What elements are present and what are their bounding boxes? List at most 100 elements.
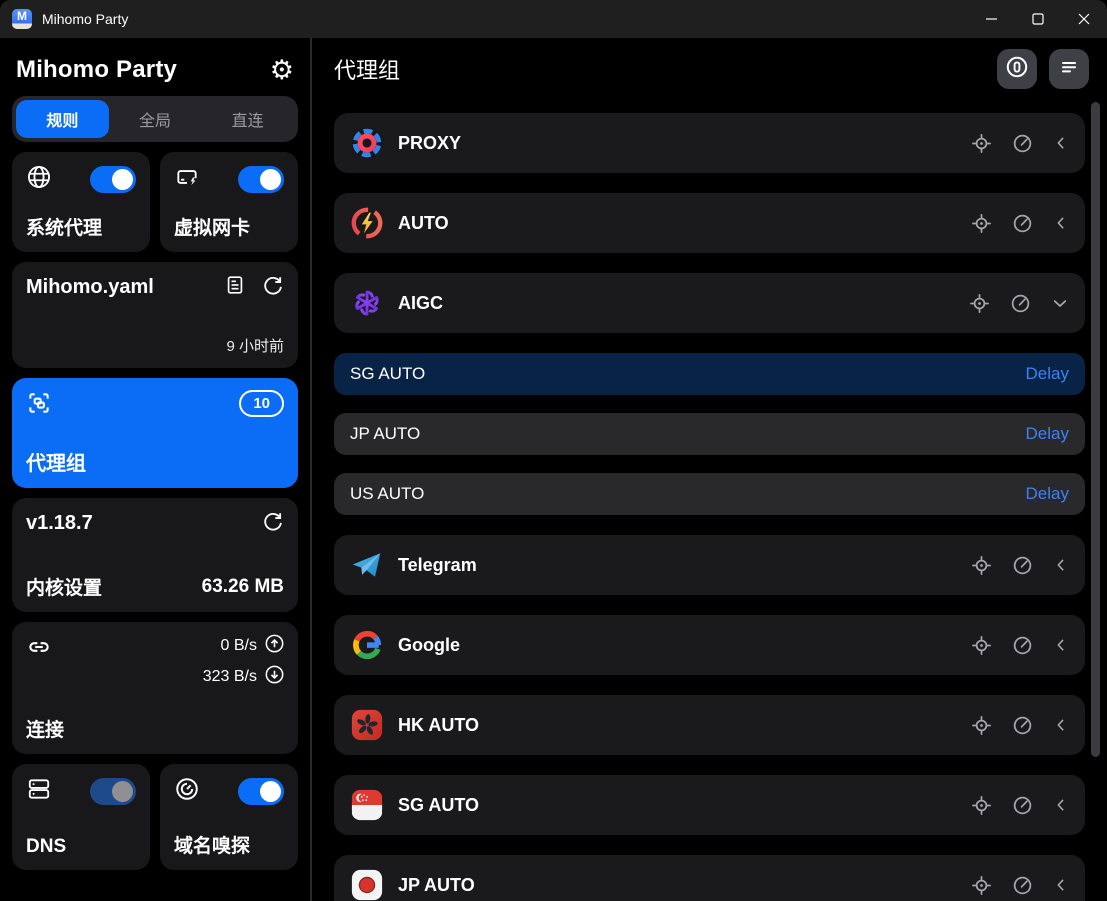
proxy-group-row[interactable]: Telegram — [334, 535, 1085, 595]
tun-device-icon — [174, 164, 200, 195]
proxy-group-row[interactable]: PROXY — [334, 113, 1085, 173]
group-list-style-button[interactable] — [1049, 49, 1089, 89]
tun-toggle[interactable] — [238, 166, 284, 193]
locate-current-node-icon[interactable] — [971, 875, 992, 896]
delay-test-gauge-icon[interactable] — [1012, 795, 1033, 816]
delay-test-gauge-icon[interactable] — [1012, 133, 1033, 154]
proxy-group-list: PROXY AUTO AIGC — [312, 100, 1107, 901]
proxy-node-name: SG AUTO — [350, 364, 425, 384]
profile-updated-time: 9 小时前 — [26, 335, 284, 356]
proxy-node-name: JP AUTO — [350, 424, 420, 444]
dns-card[interactable]: DNS — [12, 764, 150, 870]
delay-test-link[interactable]: Delay — [1026, 424, 1069, 444]
titlebar: M Mihomo Party — [0, 0, 1107, 38]
sidebar: Mihomo Party ⚙ 规则 全局 直连 — [0, 38, 312, 901]
proxy-group-row[interactable]: AIGC — [334, 273, 1085, 333]
proxy-icon — [350, 126, 384, 160]
settings-gear-icon[interactable]: ⚙ — [270, 57, 294, 84]
profile-document-icon[interactable] — [224, 274, 246, 301]
chevron-left-icon[interactable] — [1053, 215, 1069, 231]
proxy-group-row[interactable]: Google — [334, 615, 1085, 675]
proxy-node-name: US AUTO — [350, 484, 424, 504]
chevron-left-icon[interactable] — [1053, 135, 1069, 151]
profile-refresh-icon[interactable] — [262, 274, 284, 301]
scrollbar[interactable] — [1091, 102, 1100, 757]
proxy-node-row[interactable]: US AUTO Delay — [334, 473, 1085, 515]
proxy-groups-count-badge: 10 — [239, 390, 284, 417]
tab-rule-mode[interactable]: 规则 — [16, 100, 109, 138]
proxy-group-name: AUTO — [398, 213, 449, 234]
delay-test-gauge-icon[interactable] — [1010, 293, 1031, 314]
titlebar-title: Mihomo Party — [42, 11, 128, 27]
zero-circle-icon — [1005, 55, 1029, 84]
download-speed: 323 B/s — [203, 668, 257, 686]
download-arrow-icon — [265, 665, 284, 689]
lines-icon — [1058, 56, 1080, 83]
system-proxy-card[interactable]: 系统代理 — [12, 152, 150, 252]
flag-sg-icon — [350, 788, 384, 822]
core-card[interactable]: v1.18.7 内核设置 63.26 MB — [12, 498, 298, 612]
chevron-left-icon[interactable] — [1053, 637, 1069, 653]
upload-speed: 0 B/s — [221, 637, 257, 655]
sniff-toggle[interactable] — [238, 778, 284, 805]
sidebar-item-proxy-groups[interactable]: 10 代理组 — [12, 378, 298, 488]
core-settings-label: 内核设置 — [26, 573, 102, 600]
proxy-group-row[interactable]: JP AUTO — [334, 855, 1085, 901]
proxy-group-name: HK AUTO — [398, 715, 479, 736]
minimize-button[interactable] — [969, 0, 1015, 38]
chevron-down-icon[interactable] — [1051, 294, 1069, 312]
delay-display-toggle-button[interactable] — [997, 49, 1037, 89]
core-version: v1.18.7 — [26, 512, 93, 535]
chevron-left-icon[interactable] — [1053, 797, 1069, 813]
maximize-button[interactable] — [1015, 0, 1061, 38]
locate-current-node-icon[interactable] — [969, 293, 990, 314]
profile-name: Mihomo.yaml — [26, 276, 154, 299]
proxy-group-row[interactable]: SG AUTO — [334, 775, 1085, 835]
chevron-left-icon[interactable] — [1053, 877, 1069, 893]
tun-card[interactable]: 虚拟网卡 — [160, 152, 298, 252]
tab-global-mode[interactable]: 全局 — [109, 100, 202, 138]
delay-test-gauge-icon[interactable] — [1012, 213, 1033, 234]
sniff-card[interactable]: 域名嗅探 — [160, 764, 298, 870]
dns-server-icon — [26, 776, 52, 807]
profile-card[interactable]: Mihomo.yaml — [12, 262, 298, 368]
proxy-groups-label: 代理组 — [26, 447, 284, 476]
globe-icon — [26, 164, 52, 195]
proxy-group-row[interactable]: AUTO — [334, 193, 1085, 253]
connections-card[interactable]: 0 B/s 323 B/s 连接 — [12, 622, 298, 754]
locate-current-node-icon[interactable] — [971, 133, 992, 154]
locate-current-node-icon[interactable] — [971, 213, 992, 234]
delay-test-gauge-icon[interactable] — [1012, 555, 1033, 576]
app-window: M Mihomo Party Mihomo Party ⚙ 规则 全局 直 — [0, 0, 1107, 901]
flag-jp-icon — [350, 868, 384, 901]
chevron-left-icon[interactable] — [1053, 557, 1069, 573]
locate-current-node-icon[interactable] — [971, 715, 992, 736]
delay-test-link[interactable]: Delay — [1026, 364, 1069, 384]
locate-current-node-icon[interactable] — [971, 555, 992, 576]
proxy-node-row[interactable]: JP AUTO Delay — [334, 413, 1085, 455]
delay-test-gauge-icon[interactable] — [1012, 715, 1033, 736]
proxy-node-row[interactable]: SG AUTO Delay — [334, 353, 1085, 395]
dns-toggle[interactable] — [90, 778, 136, 805]
delay-test-gauge-icon[interactable] — [1012, 875, 1033, 896]
core-memory-usage: 63.26 MB — [202, 576, 284, 598]
locate-current-node-icon[interactable] — [971, 635, 992, 656]
close-button[interactable] — [1061, 0, 1107, 38]
tab-direct-mode[interactable]: 直连 — [201, 100, 294, 138]
delay-test-link[interactable]: Delay — [1026, 484, 1069, 504]
system-proxy-toggle[interactable] — [90, 166, 136, 193]
proxy-group-row[interactable]: HK AUTO — [334, 695, 1085, 755]
core-refresh-icon[interactable] — [262, 510, 284, 537]
sniff-label: 域名嗅探 — [174, 831, 284, 858]
bolt-icon — [350, 206, 384, 240]
locate-current-node-icon[interactable] — [971, 795, 992, 816]
proxy-group-name: AIGC — [398, 293, 443, 314]
upload-arrow-icon — [265, 634, 284, 658]
system-proxy-label: 系统代理 — [26, 213, 136, 240]
google-icon — [350, 628, 384, 662]
proxy-groups-icon — [26, 390, 52, 421]
flag-hk-icon — [350, 708, 384, 742]
proxy-group-name: SG AUTO — [398, 795, 479, 816]
chevron-left-icon[interactable] — [1053, 717, 1069, 733]
delay-test-gauge-icon[interactable] — [1012, 635, 1033, 656]
